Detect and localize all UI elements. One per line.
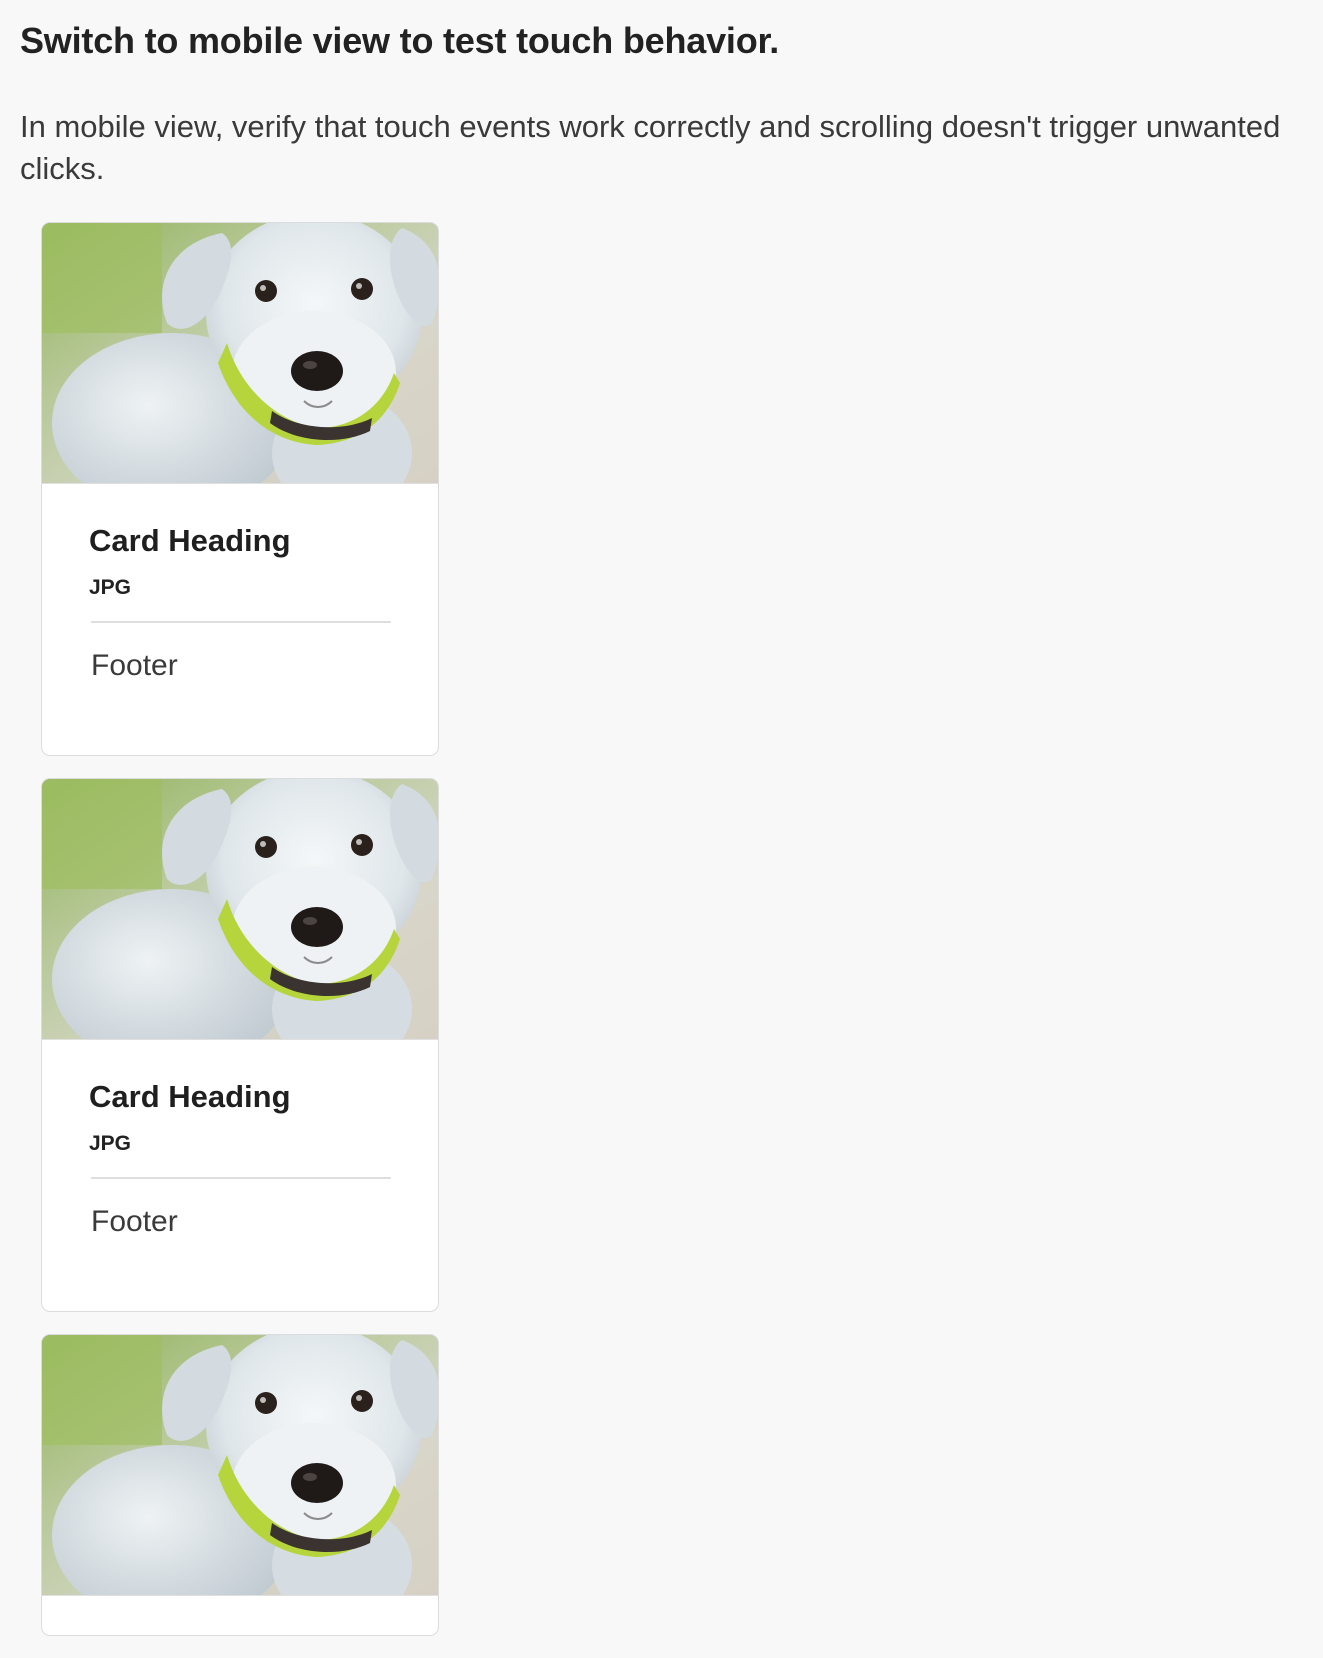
card-preview-image	[42, 1335, 438, 1596]
page-description: In mobile view, verify that touch events…	[20, 109, 1281, 186]
puppy-photo-icon	[42, 223, 438, 483]
page-content: Switch to mobile view to test touch beha…	[20, 0, 1310, 190]
card-footer: Footer	[91, 649, 178, 682]
asset-card[interactable]	[41, 1334, 439, 1636]
card-divider	[91, 1177, 391, 1179]
card-body: Card Heading JPG Footer	[42, 522, 438, 684]
puppy-photo-icon	[42, 1335, 438, 1595]
card-preview-image	[42, 223, 438, 484]
card-footer: Footer	[91, 1205, 178, 1238]
card-body: Card Heading JPG Footer	[42, 1078, 438, 1240]
asset-card[interactable]: Card Heading JPG Footer	[41, 222, 439, 756]
card-subheading: JPG	[89, 576, 132, 599]
card-preview-image	[42, 779, 438, 1040]
page-heading: Switch to mobile view to test touch beha…	[20, 20, 780, 61]
card-divider	[91, 621, 391, 623]
card-list: Card Heading JPG Footer Card Heading JPG…	[41, 222, 439, 1658]
card-heading: Card Heading	[89, 1079, 291, 1114]
card-heading: Card Heading	[89, 523, 291, 558]
card-subheading: JPG	[89, 1132, 132, 1155]
asset-card[interactable]: Card Heading JPG Footer	[41, 778, 439, 1312]
puppy-photo-icon	[42, 779, 438, 1039]
